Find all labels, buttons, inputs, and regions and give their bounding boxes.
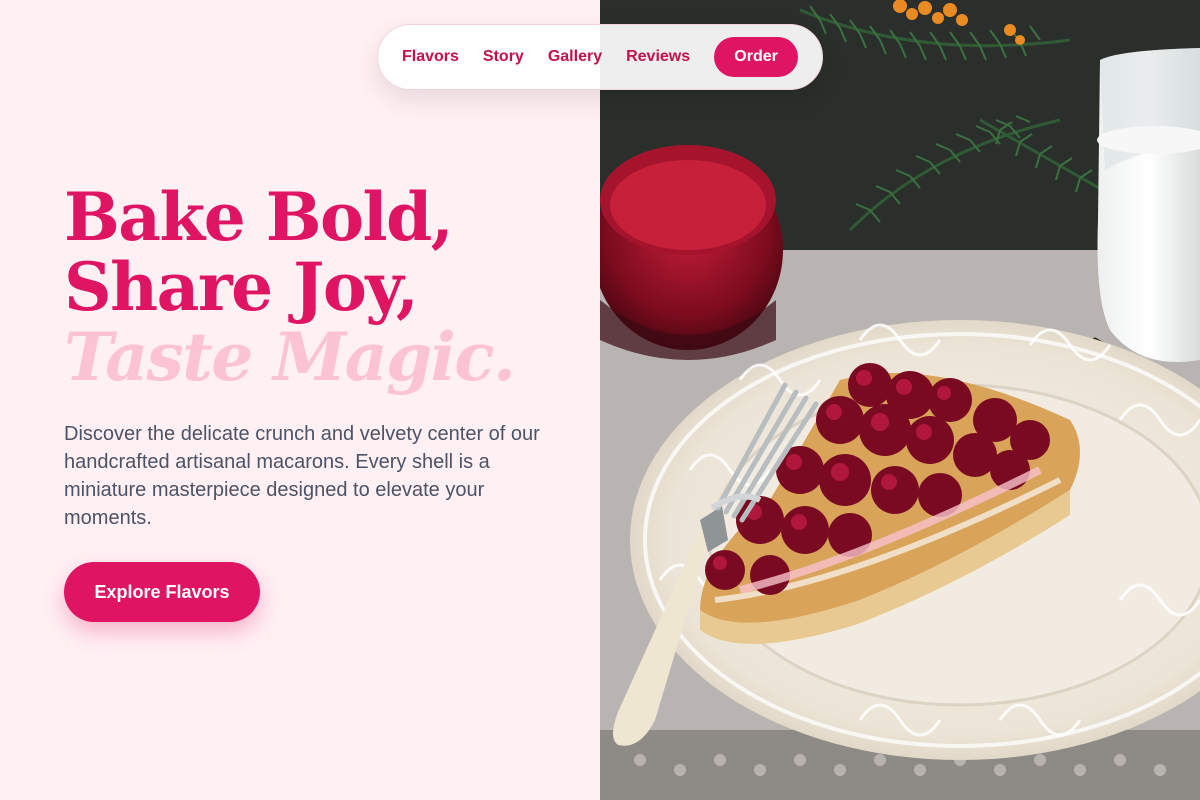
hero-title-line-3: Taste Magic.: [64, 318, 516, 396]
top-nav: Flavors Story Gallery Reviews Order: [377, 24, 823, 90]
nav-link-flavors[interactable]: Flavors: [402, 48, 459, 66]
order-button[interactable]: Order: [714, 37, 798, 77]
hero-photo: [600, 0, 1200, 800]
hero-title-line-2: Share Joy,: [64, 248, 419, 326]
hero-description: Discover the delicate crunch and velvety…: [64, 423, 540, 529]
nav-link-gallery[interactable]: Gallery: [548, 48, 602, 66]
cherry-tart-photo: [600, 0, 1200, 800]
nav-link-story[interactable]: Story: [483, 48, 524, 66]
hero-title-line-1: Bake Bold,: [64, 178, 454, 256]
hero-title: Bake Bold, Share Joy, Taste Magic.: [64, 182, 584, 392]
hero-section: Bake Bold, Share Joy, Taste Magic. Disco…: [0, 0, 600, 800]
explore-flavors-button[interactable]: Explore Flavors: [64, 562, 260, 622]
nav-link-reviews[interactable]: Reviews: [626, 48, 690, 66]
